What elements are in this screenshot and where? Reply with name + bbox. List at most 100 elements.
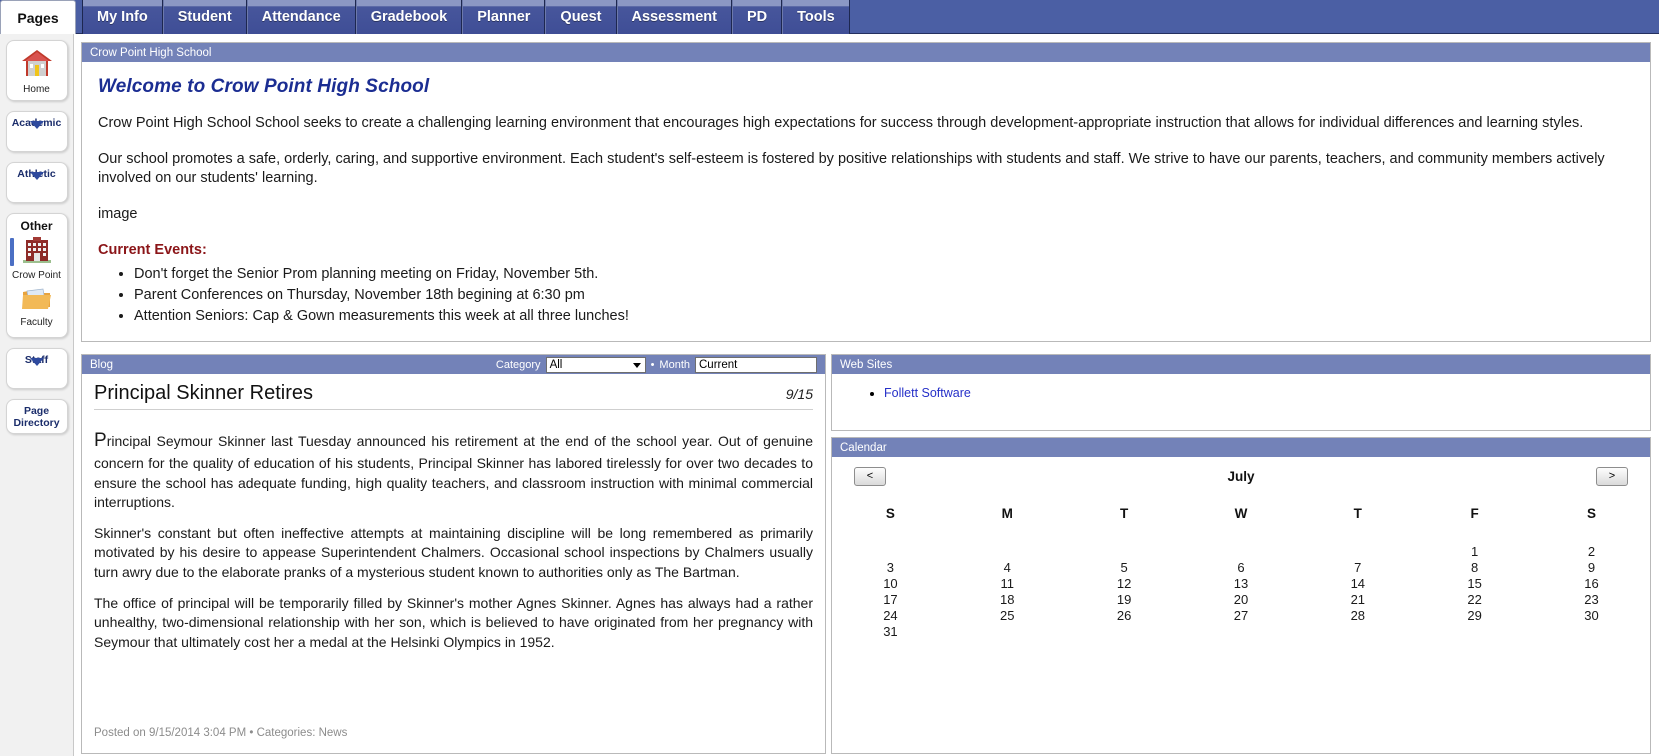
tab-attendance[interactable]: Attendance: [247, 0, 356, 34]
sidebar-group-other: Other Crow Point: [6, 213, 68, 338]
calendar-prev-button[interactable]: <: [854, 467, 886, 486]
calendar-day[interactable]: 29: [1416, 607, 1533, 623]
calendar-day[interactable]: [949, 623, 1066, 639]
tab-my-info[interactable]: My Info: [82, 0, 163, 34]
tab-quest-label: Quest: [560, 9, 601, 25]
calendar-day[interactable]: 26: [1066, 607, 1183, 623]
calendar-day[interactable]: [1299, 543, 1416, 559]
calendar-day[interactable]: [1183, 623, 1300, 639]
calendar-day[interactable]: 8: [1416, 559, 1533, 575]
websites-panel: Web Sites Follett Software: [831, 354, 1651, 431]
calendar-day[interactable]: 24: [832, 607, 949, 623]
calendar-day[interactable]: [949, 543, 1066, 559]
tab-assessment[interactable]: Assessment: [617, 0, 732, 34]
sidebar-item-academic[interactable]: Academic: [6, 111, 68, 152]
calendar-day[interactable]: [1066, 543, 1183, 559]
calendar-weekday-1: M: [949, 505, 1066, 543]
calendar-day[interactable]: 15: [1416, 575, 1533, 591]
calendar-day[interactable]: 19: [1066, 591, 1183, 607]
calendar-day[interactable]: 25: [949, 607, 1066, 623]
calendar-day[interactable]: 6: [1183, 559, 1300, 575]
tab-gradebook-label: Gradebook: [371, 9, 448, 25]
category-select[interactable]: All: [546, 357, 646, 373]
calendar-day[interactable]: 5: [1066, 559, 1183, 575]
calendar-day[interactable]: 12: [1066, 575, 1183, 591]
calendar-day[interactable]: [1183, 543, 1300, 559]
sidebar-item-crow-point[interactable]: Crow Point: [9, 236, 65, 282]
calendar-day[interactable]: 17: [832, 591, 949, 607]
tab-pd[interactable]: PD: [732, 0, 782, 34]
calendar-panel: Calendar < July > S M T W: [831, 437, 1651, 754]
sidebar-item-faculty[interactable]: Faculty: [9, 285, 65, 329]
table-row: 3 4 5 6 7 8 9: [832, 559, 1650, 575]
tab-planner[interactable]: Planner: [462, 0, 545, 34]
sidebar-item-home[interactable]: Home: [6, 40, 68, 101]
calendar-day[interactable]: [1299, 623, 1416, 639]
welcome-panel-body: Welcome to Crow Point High School Crow P…: [82, 62, 1650, 327]
welcome-paragraph-2: Our school promotes a safe, orderly, car…: [98, 150, 1634, 188]
sidebar-item-home-label: Home: [9, 84, 65, 96]
calendar-day[interactable]: 30: [1533, 607, 1650, 623]
month-select[interactable]: Current: [695, 357, 817, 373]
calendar-day[interactable]: 1: [1416, 543, 1533, 559]
calendar-day[interactable]: 4: [949, 559, 1066, 575]
calendar-next-button[interactable]: >: [1596, 467, 1628, 486]
calendar-panel-title: Calendar: [840, 442, 887, 454]
calendar-day[interactable]: 28: [1299, 607, 1416, 623]
calendar-day[interactable]: 21: [1299, 591, 1416, 607]
calendar-day[interactable]: 31: [832, 623, 949, 639]
blog-panel: Blog Category All • Month Current Princi…: [81, 354, 826, 754]
calendar-weekday-2: T: [1066, 505, 1183, 543]
link-follett-software[interactable]: Follett Software: [884, 386, 971, 400]
tab-quest[interactable]: Quest: [545, 0, 616, 34]
calendar-day[interactable]: 2: [1533, 543, 1650, 559]
blog-panel-title: Blog: [90, 359, 113, 371]
calendar-nav-row: < July >: [832, 463, 1650, 489]
chevron-down-icon: [30, 172, 44, 197]
calendar-day[interactable]: 27: [1183, 607, 1300, 623]
calendar-day[interactable]: 13: [1183, 575, 1300, 591]
calendar-day[interactable]: [1533, 623, 1650, 639]
calendar-panel-body: < July > S M T W T F S: [832, 457, 1650, 754]
sidebar-item-crow-point-label: Crow Point: [9, 270, 65, 282]
blog-post-paragraph-1: Principal Seymour Skinner last Tuesday a…: [94, 428, 813, 512]
calendar-day[interactable]: 10: [832, 575, 949, 591]
sidebar-item-staff[interactable]: Staff: [6, 348, 68, 389]
blog-post-title[interactable]: Principal Skinner Retires: [94, 382, 313, 405]
sidebar-group-other-label: Other: [9, 219, 65, 233]
house-icon: [9, 48, 65, 83]
calendar-day[interactable]: 18: [949, 591, 1066, 607]
calendar-weekday-0: S: [832, 505, 949, 543]
tab-attendance-label: Attendance: [262, 9, 341, 25]
blog-post-paragraph-1-text: rincipal Seymour Skinner last Tuesday an…: [94, 433, 813, 510]
calendar-day[interactable]: 3: [832, 559, 949, 575]
tab-student-label: Student: [178, 9, 232, 25]
calendar-day[interactable]: 14: [1299, 575, 1416, 591]
sidebar-item-athletic[interactable]: Athletic: [6, 162, 68, 203]
sidebar-item-page-directory[interactable]: Page Directory: [6, 399, 68, 434]
calendar-day[interactable]: 16: [1533, 575, 1650, 591]
tab-gradebook[interactable]: Gradebook: [356, 0, 463, 34]
month-label: Month: [659, 359, 690, 371]
calendar-day[interactable]: [832, 543, 949, 559]
calendar-day[interactable]: 7: [1299, 559, 1416, 575]
calendar-day[interactable]: 23: [1533, 591, 1650, 607]
blog-filters: Category All • Month Current: [496, 357, 817, 373]
calendar-day[interactable]: 11: [949, 575, 1066, 591]
calendar-day[interactable]: [1066, 623, 1183, 639]
calendar-day[interactable]: 20: [1183, 591, 1300, 607]
tab-my-info-label: My Info: [97, 9, 148, 25]
tab-pages[interactable]: Pages: [0, 0, 76, 34]
blog-post-paragraph-3: The office of principal will be temporar…: [94, 594, 813, 652]
tab-student[interactable]: Student: [163, 0, 247, 34]
table-row: 31: [832, 623, 1650, 639]
websites-panel-title: Web Sites: [840, 359, 892, 371]
chevron-down-icon: [633, 363, 641, 368]
tab-tools[interactable]: Tools: [782, 0, 850, 34]
calendar-weekday-row: S M T W T F S: [832, 505, 1650, 543]
calendar-day[interactable]: 9: [1533, 559, 1650, 575]
calendar-day[interactable]: 22: [1416, 591, 1533, 607]
tab-pages-label: Pages: [17, 10, 58, 26]
folder-icon: [9, 285, 65, 316]
calendar-day[interactable]: [1416, 623, 1533, 639]
